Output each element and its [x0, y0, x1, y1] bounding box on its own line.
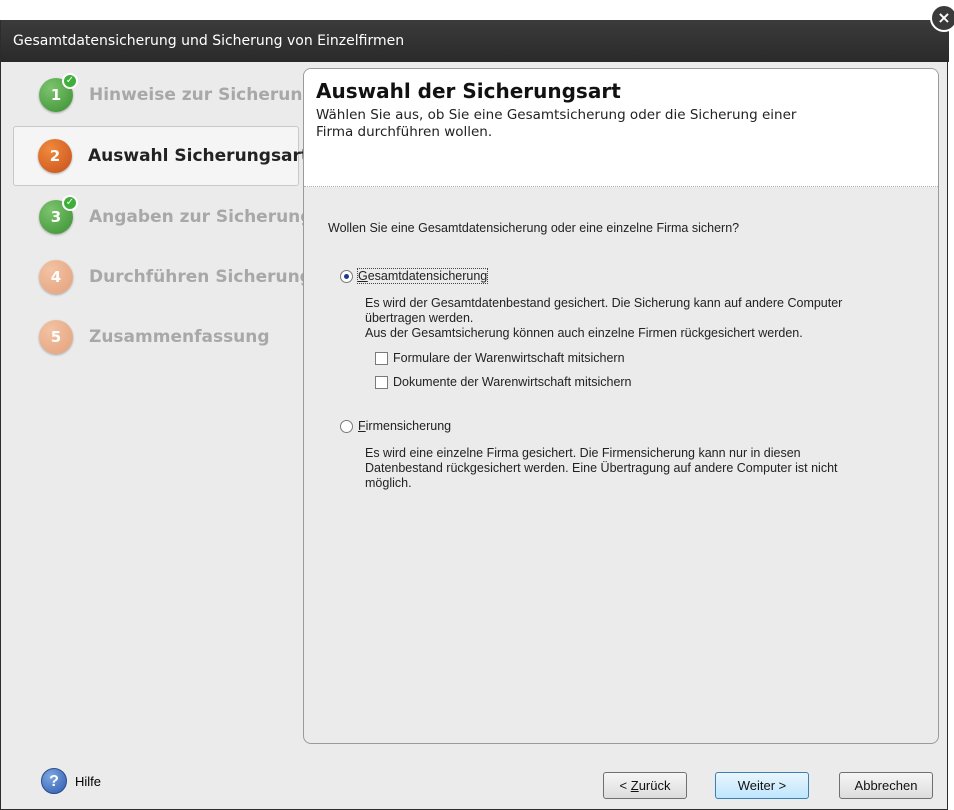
- close-button[interactable]: ×: [930, 4, 954, 32]
- step-number-icon: 3 ✓: [39, 195, 78, 234]
- radio-firmensicherung[interactable]: Firmensicherung: [340, 419, 938, 433]
- step-5: 5 Zusammenfassung: [9, 308, 299, 366]
- footer-bar: ? Hilfe < Zurück Weiter > Abbrechen: [1, 760, 947, 810]
- back-button[interactable]: < Zurück: [603, 772, 687, 799]
- checkbox-label[interactable]: Dokumente der Warenwirtschaft mitsichern: [393, 375, 632, 389]
- step-label: Hinweise zur Sicherung: [89, 85, 315, 105]
- help-button[interactable]: ? Hilfe: [41, 768, 101, 794]
- radio-button[interactable]: [340, 419, 353, 433]
- help-label[interactable]: Hilfe: [75, 774, 101, 789]
- checkbox-label[interactable]: Formulare der Warenwirtschaft mitsichern: [393, 351, 625, 365]
- next-button[interactable]: Weiter >: [715, 772, 809, 799]
- checkbox-dokumente[interactable]: Dokumente der Warenwirtschaft mitsichern: [375, 375, 938, 389]
- content-panel: Auswahl der Sicherungsart Wählen Sie aus…: [303, 68, 939, 744]
- step-label: Auswahl Sicherungsart: [88, 146, 310, 166]
- step-number-icon: 5: [39, 320, 73, 354]
- panel-content: Wollen Sie eine Gesamtdatensicherung ode…: [304, 187, 938, 491]
- panel-header: Auswahl der Sicherungsart Wählen Sie aus…: [304, 69, 938, 187]
- step-4: 4 Durchführen Sicherung: [9, 248, 312, 306]
- cancel-button[interactable]: Abbrechen: [839, 772, 933, 799]
- question-text: Wollen Sie eine Gesamtdatensicherung ode…: [328, 221, 740, 235]
- step-label: Angaben zur Sicherung: [89, 207, 313, 227]
- option2-description: Es wird eine einzelne Firma gesichert. D…: [365, 446, 838, 490]
- checkbox[interactable]: [375, 351, 388, 365]
- panel-title: Auswahl der Sicherungsart: [316, 79, 621, 103]
- help-icon[interactable]: ?: [41, 768, 67, 794]
- check-icon: ✓: [62, 195, 78, 211]
- window-title: Gesamtdatensicherung und Sicherung von E…: [1, 20, 949, 62]
- step-2[interactable]: 2 Auswahl Sicherungsart: [13, 126, 309, 186]
- step-label: Zusammenfassung: [89, 327, 270, 347]
- check-icon: ✓: [62, 73, 78, 89]
- radio-gesamtdatensicherung[interactable]: Gesamtdatensicherung: [340, 268, 938, 284]
- radio-label[interactable]: Firmensicherung: [358, 419, 451, 433]
- step-number-icon: 1 ✓: [39, 73, 78, 112]
- step-3[interactable]: 3 ✓ Angaben zur Sicherung: [9, 188, 312, 246]
- radio-label[interactable]: Gesamtdatensicherung: [356, 268, 489, 284]
- step-1[interactable]: 1 ✓ Hinweise zur Sicherung: [9, 66, 315, 124]
- step-sidebar: 1 ✓ Hinweise zur Sicherung 2 Auswahl Sich…: [9, 66, 315, 368]
- checkbox[interactable]: [375, 375, 388, 389]
- option1-description: Es wird der Gesamtdatenbestand gesichert…: [365, 296, 843, 340]
- wizard-window: Gesamtdatensicherung und Sicherung von E…: [0, 20, 949, 810]
- step-number-icon: 2: [38, 139, 72, 173]
- radio-button-checked[interactable]: [340, 269, 353, 283]
- panel-subtitle: Wählen Sie aus, ob Sie eine Gesamtsicher…: [316, 107, 797, 140]
- step-label: Durchführen Sicherung: [89, 267, 312, 287]
- checkbox-formulare[interactable]: Formulare der Warenwirtschaft mitsichern: [375, 351, 938, 365]
- step-number-icon: 4: [39, 260, 73, 294]
